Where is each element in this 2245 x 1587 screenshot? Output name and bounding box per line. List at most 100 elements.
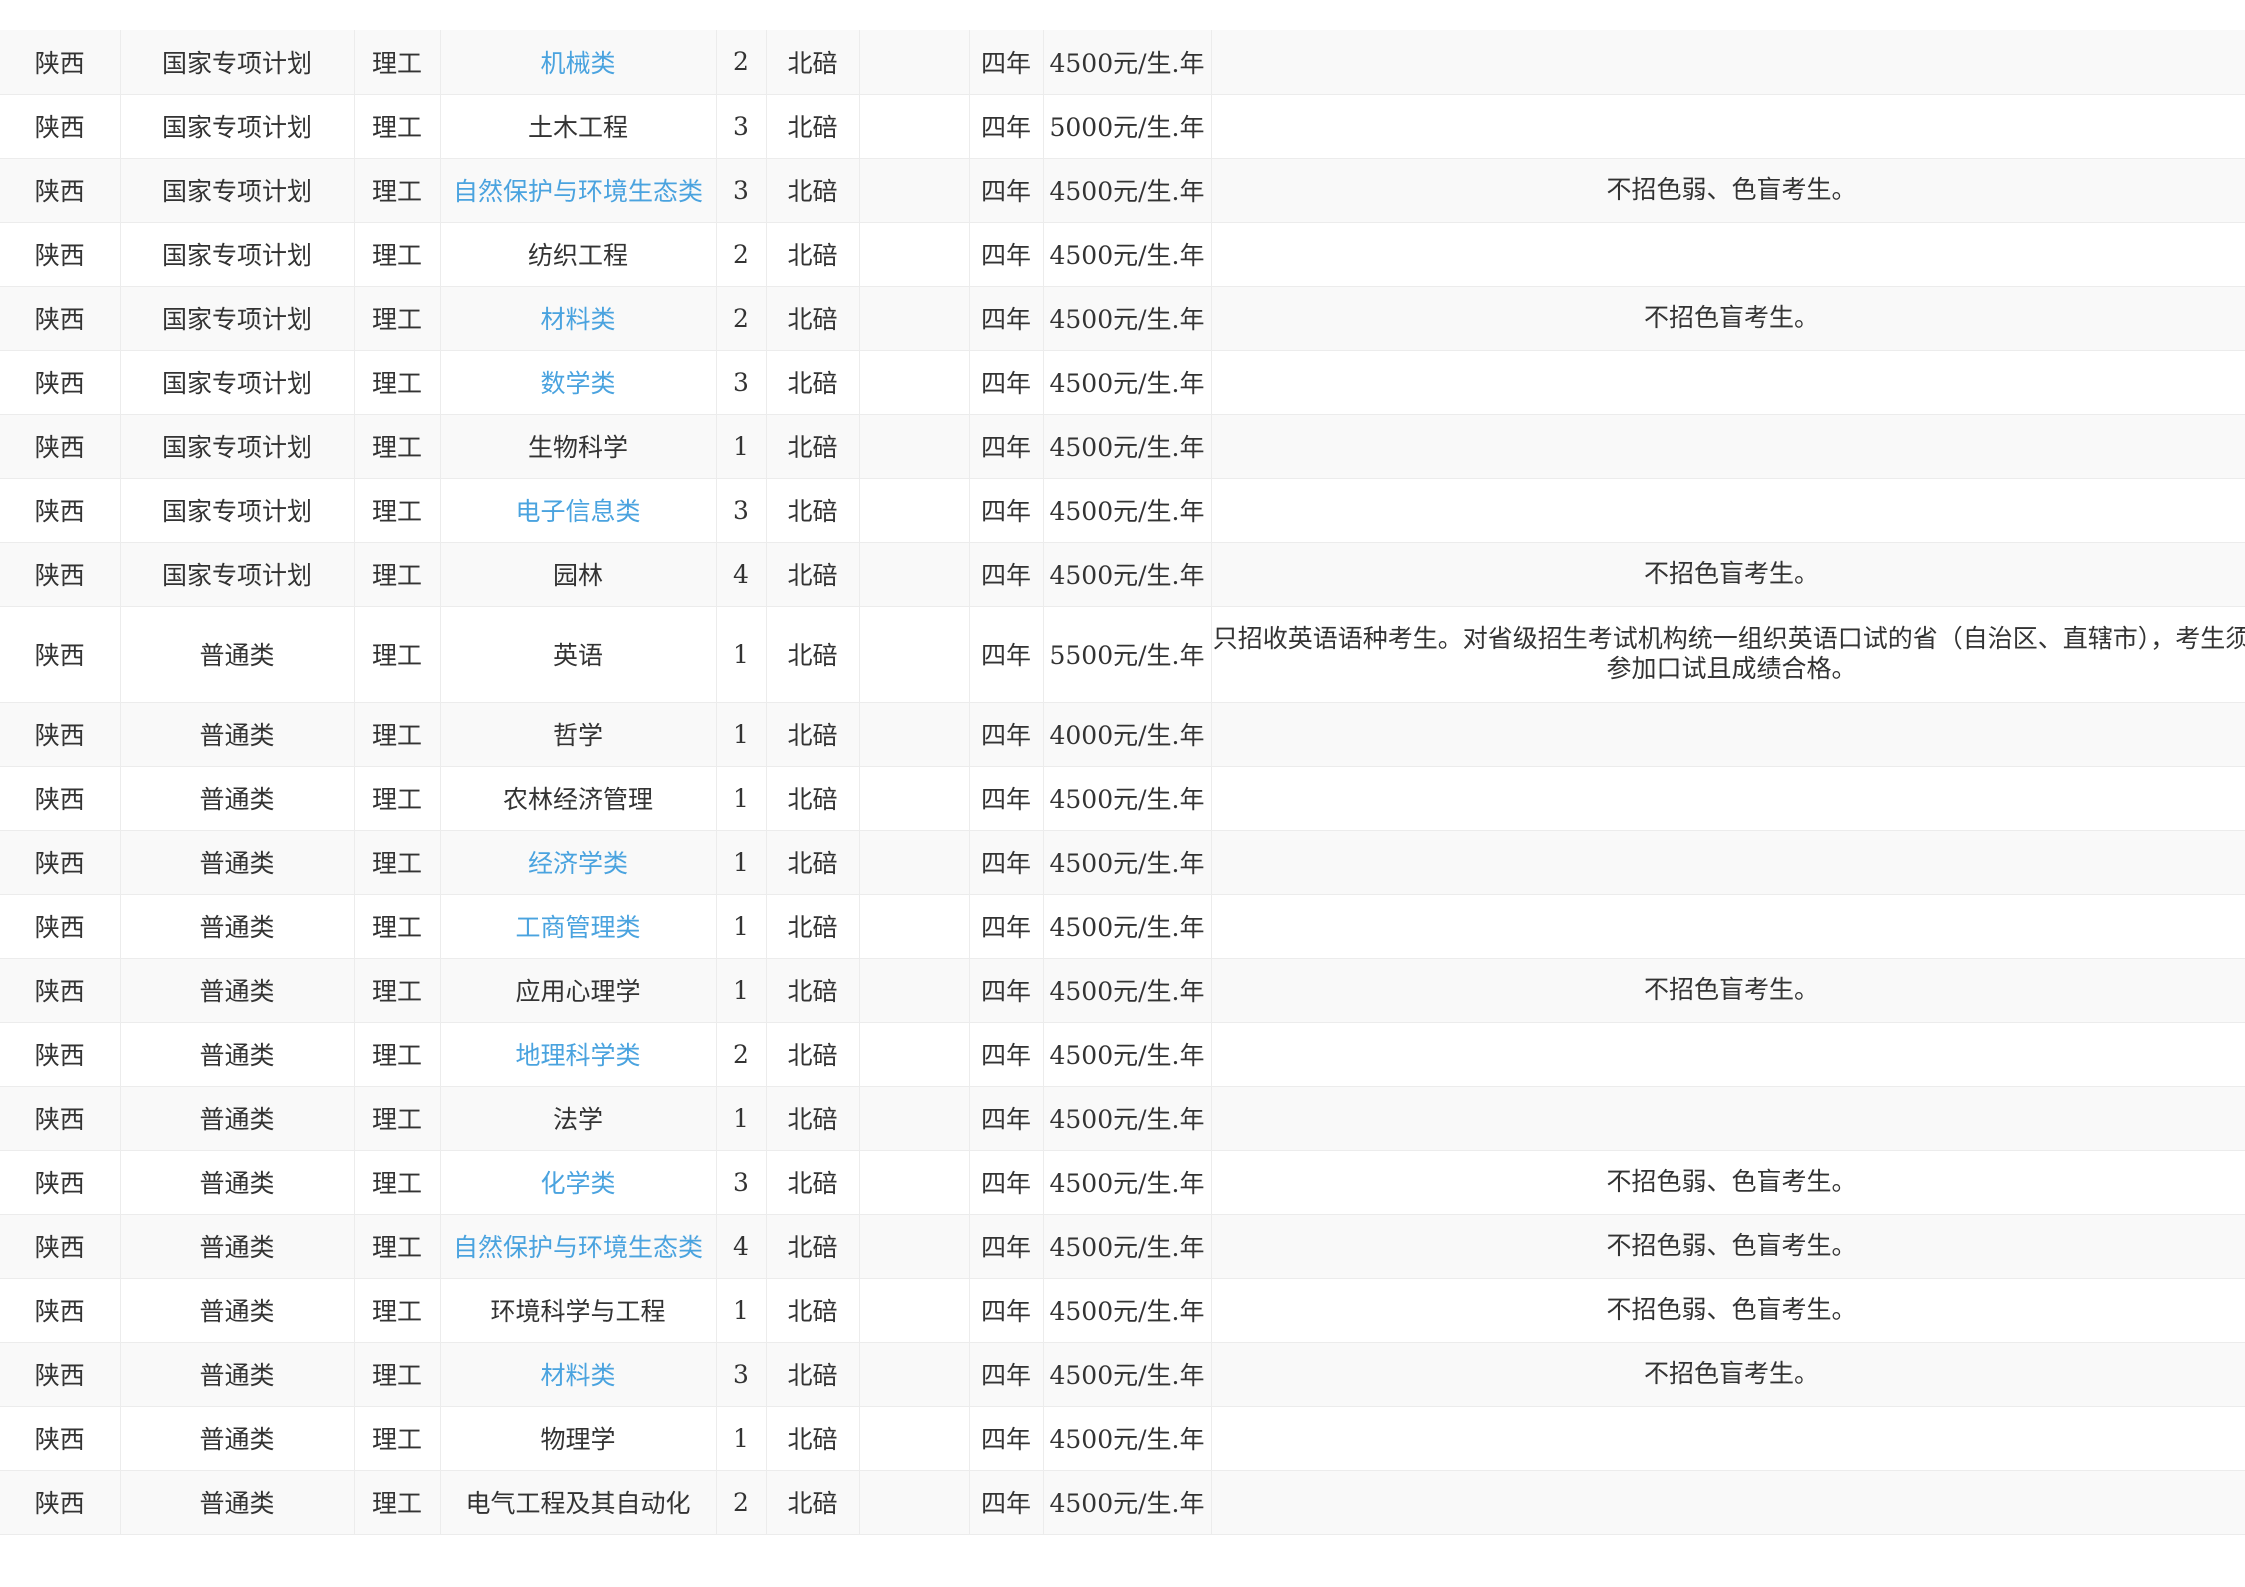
enrollment-plan-table: 陕西 国家专项计划 理工 机械类 2 北碚 四年 4500元/生.年 陕西 国家专项计划 理工 土木工… [0,30,2245,1535]
plan-type-cell: 国家专项计划 [120,414,355,479]
tuition-fee-cell: 4500元/生.年 [1043,958,1212,1023]
duration-cell: 四年 [969,286,1044,351]
remark-text: 不招色盲考生。 [1643,559,1819,588]
remark-text: 不招色弱、色盲考生。 [1606,1295,1857,1324]
duration-cell: 四年 [969,606,1044,703]
duration-cell: 四年 [969,1342,1044,1407]
remark-cell: 只招收英语语种考生。对省级招生考试机构统一组织英语口试的省（自治区、直辖市），考… [1211,606,2245,703]
plan-type-cell: 普通类 [120,1406,355,1471]
plan-type-cell: 普通类 [120,1470,355,1535]
quota-count-cell: 3 [716,350,767,415]
major-cell: 生物科学 [440,414,717,479]
duration-cell: 四年 [969,894,1044,959]
major-cell: 工商管理类 [440,894,717,959]
province-cell: 陕西 [0,542,121,607]
empty-cell [859,286,970,351]
major-cell: 化学类 [440,1150,717,1215]
remark-cell [1211,350,2245,415]
major-cell: 自然保护与环境生态类 [440,1214,717,1279]
duration-cell: 四年 [969,478,1044,543]
duration-cell: 四年 [969,1022,1044,1087]
major-link[interactable]: 数学类 [540,369,615,398]
plan-type-cell: 国家专项计划 [120,478,355,543]
tuition-fee-cell: 4500元/生.年 [1043,1086,1212,1151]
major-cell: 材料类 [440,286,717,351]
campus-cell: 北碚 [766,1278,860,1343]
tuition-fee-cell: 4500元/生.年 [1043,30,1212,95]
duration-cell: 四年 [969,1470,1044,1535]
table-row: 陕西 普通类 理工 哲学 1 北碚 四年 4000元/生.年 [0,702,2245,767]
major-cell: 法学 [440,1086,717,1151]
duration-cell: 四年 [969,1278,1044,1343]
quota-count-cell: 1 [716,1278,767,1343]
quota-count-cell: 2 [716,1470,767,1535]
duration-cell: 四年 [969,702,1044,767]
campus-cell: 北碚 [766,1342,860,1407]
remark-cell: 不招色弱、色盲考生。 [1211,158,2245,223]
subject-category-cell: 理工 [354,894,441,959]
major-link[interactable]: 化学类 [540,1169,615,1198]
duration-cell: 四年 [969,350,1044,415]
major-link[interactable]: 材料类 [540,1361,615,1390]
remark-cell [1211,30,2245,95]
major-cell: 电气工程及其自动化 [440,1470,717,1535]
plan-type-cell: 国家专项计划 [120,542,355,607]
province-cell: 陕西 [0,94,121,159]
plan-type-cell: 普通类 [120,1342,355,1407]
remark-cell [1211,478,2245,543]
remark-text: 只招收英语语种考生。对省级招生考试机构统一组织英语口试的省（自治区、直辖市），考… [1212,624,2245,683]
major-cell: 数学类 [440,350,717,415]
major-link[interactable]: 自然保护与环境生态类 [453,1233,703,1262]
major-cell: 园林 [440,542,717,607]
subject-category-cell: 理工 [354,1214,441,1279]
remark-cell [1211,1022,2245,1087]
quota-count-cell: 3 [716,158,767,223]
remark-cell: 不招色盲考生。 [1211,542,2245,607]
campus-cell: 北碚 [766,94,860,159]
remark-text: 不招色弱、色盲考生。 [1606,175,1857,204]
major-link[interactable]: 机械类 [540,49,615,78]
table-row: 陕西 普通类 理工 工商管理类 1 北碚 四年 4500元/生.年 [0,894,2245,959]
table-row: 陕西 国家专项计划 理工 电子信息类 3 北碚 四年 4500元/生.年 [0,478,2245,543]
major-label: 英语 [552,641,603,670]
quota-count-cell: 3 [716,94,767,159]
subject-category-cell: 理工 [354,1278,441,1343]
major-label: 电气工程及其自动化 [465,1489,691,1518]
remark-cell [1211,414,2245,479]
campus-cell: 北碚 [766,894,860,959]
subject-category-cell: 理工 [354,766,441,831]
table-row: 陕西 国家专项计划 理工 生物科学 1 北碚 四年 4500元/生.年 [0,414,2245,479]
major-link[interactable]: 地理科学类 [515,1041,640,1070]
province-cell: 陕西 [0,286,121,351]
duration-cell: 四年 [969,830,1044,895]
tuition-fee-cell: 4500元/生.年 [1043,1342,1212,1407]
subject-category-cell: 理工 [354,30,441,95]
empty-cell [859,894,970,959]
major-label: 土木工程 [527,113,628,142]
campus-cell: 北碚 [766,1470,860,1535]
plan-type-cell: 普通类 [120,894,355,959]
province-cell: 陕西 [0,478,121,543]
province-cell: 陕西 [0,1150,121,1215]
major-link[interactable]: 电子信息类 [515,497,640,526]
major-link[interactable]: 经济学类 [528,849,628,878]
duration-cell: 四年 [969,1086,1044,1151]
plan-type-cell: 普通类 [120,830,355,895]
major-cell: 地理科学类 [440,1022,717,1087]
campus-cell: 北碚 [766,702,860,767]
major-cell: 应用心理学 [440,958,717,1023]
duration-cell: 四年 [969,1214,1044,1279]
tuition-fee-cell: 4500元/生.年 [1043,1278,1212,1343]
province-cell: 陕西 [0,1086,121,1151]
major-link[interactable]: 工商管理类 [515,913,640,942]
plan-type-cell: 普通类 [120,1022,355,1087]
quota-count-cell: 2 [716,222,767,287]
campus-cell: 北碚 [766,1086,860,1151]
table-row: 陕西 国家专项计划 理工 材料类 2 北碚 四年 4500元/生.年 不招色盲考生。 [0,286,2245,351]
campus-cell: 北碚 [766,766,860,831]
major-link[interactable]: 自然保护与环境生态类 [453,177,703,206]
tuition-fee-cell: 4500元/生.年 [1043,478,1212,543]
duration-cell: 四年 [969,958,1044,1023]
duration-cell: 四年 [969,30,1044,95]
major-link[interactable]: 材料类 [540,305,615,334]
